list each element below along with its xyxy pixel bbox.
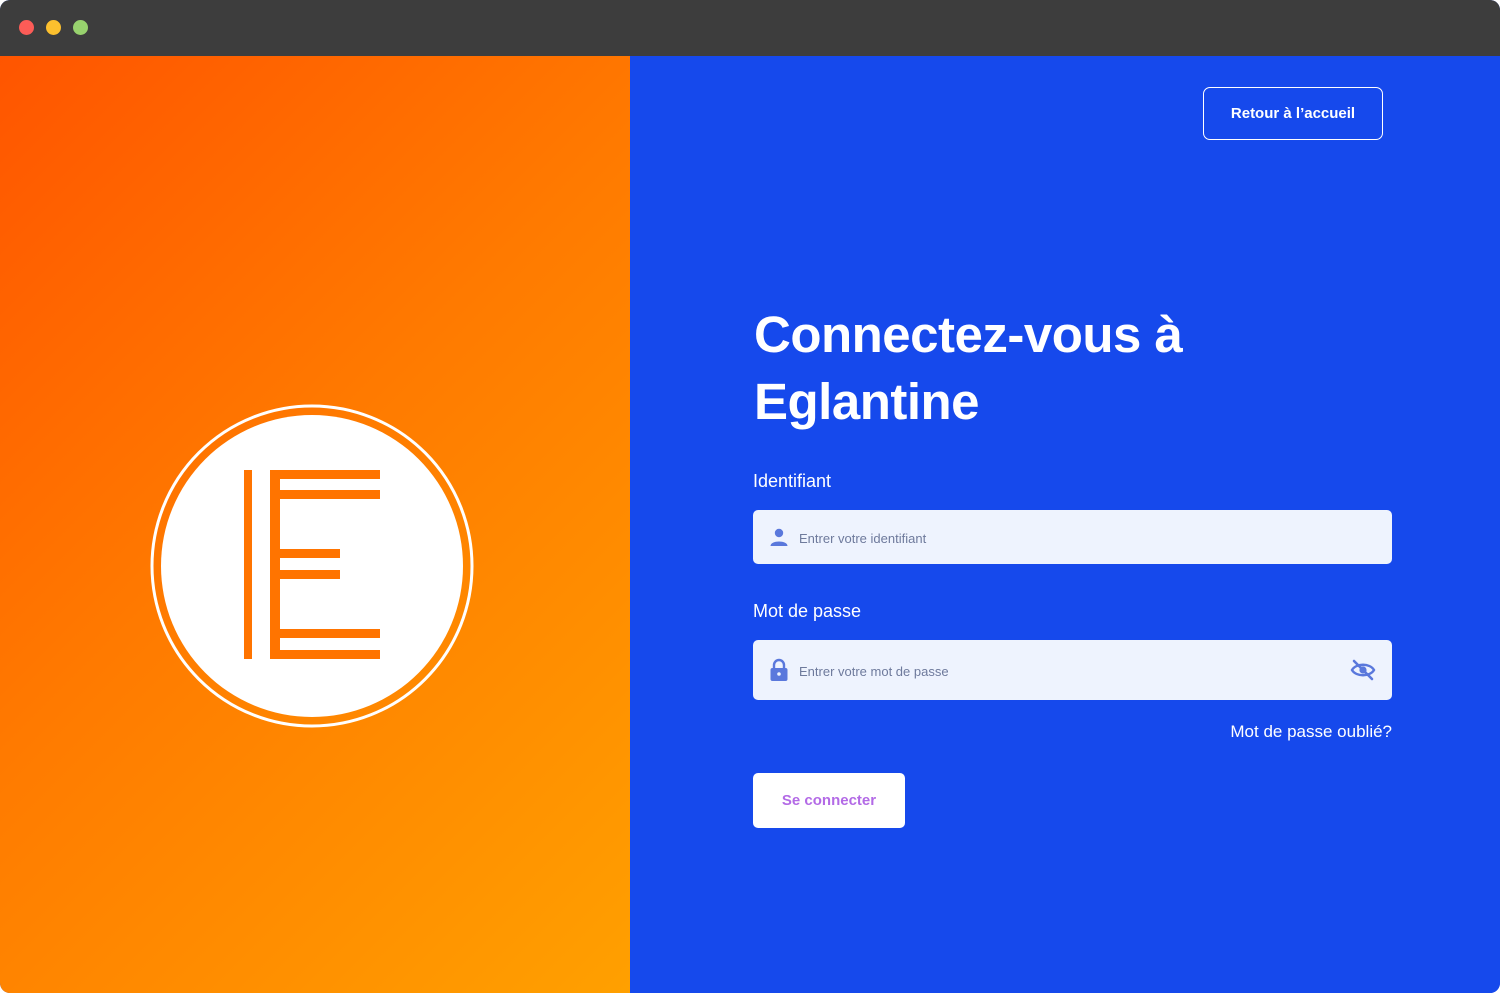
user-icon — [770, 528, 788, 546]
title-bar — [0, 0, 1500, 56]
password-input[interactable] — [797, 640, 1341, 702]
password-label: Mot de passe — [753, 601, 862, 621]
page-title: Connectez-vous à Eglantine — [754, 306, 1183, 430]
forgot-password-link[interactable]: Mot de passe oublié? — [1110, 722, 1392, 742]
app-window: Retour à l’accueil Connectez-vous à Egla… — [0, 0, 1500, 993]
brand-panel — [0, 56, 630, 993]
login-panel: Retour à l’accueil Connectez-vous à Egla… — [630, 56, 1500, 993]
minimize-window-button[interactable] — [46, 20, 61, 35]
identifier-label: Identifiant — [753, 471, 832, 491]
lock-icon — [770, 658, 788, 681]
maximize-window-button[interactable] — [73, 20, 88, 35]
password-field[interactable] — [753, 640, 1392, 702]
eye-off-icon[interactable] — [1350, 658, 1376, 682]
back-home-button[interactable]: Retour à l’accueil — [1203, 87, 1383, 140]
close-window-button[interactable] — [19, 20, 34, 35]
identifier-input[interactable] — [797, 510, 1341, 566]
login-submit-button[interactable]: Se connecter — [753, 773, 905, 828]
identifier-field[interactable] — [753, 510, 1392, 566]
eglantine-logo — [150, 404, 474, 728]
